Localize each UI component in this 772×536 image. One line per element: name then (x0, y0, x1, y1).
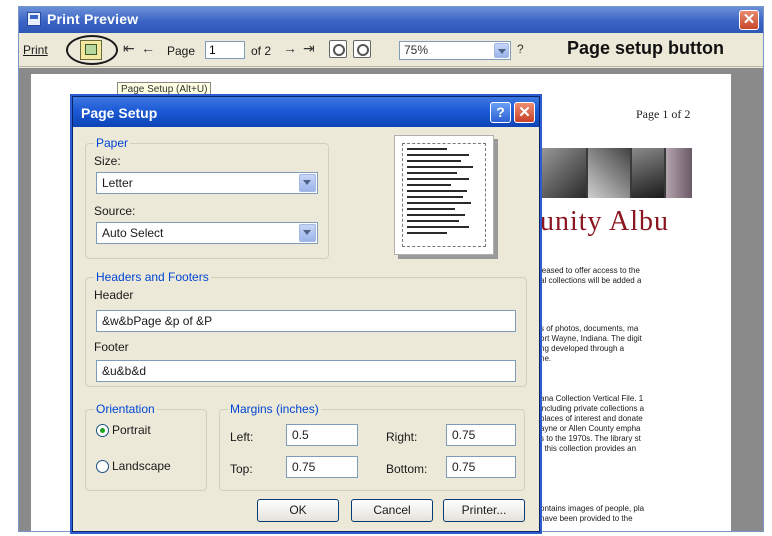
banner-photo (666, 148, 692, 198)
printer-button[interactable]: Printer... (443, 499, 525, 522)
top-margin-label: Top: (230, 462, 253, 476)
portrait-label[interactable]: Portrait (112, 423, 151, 437)
page-setup-button[interactable] (80, 40, 102, 60)
source-value: Auto Select (102, 226, 164, 240)
zoom-select[interactable]: 75% (399, 41, 511, 60)
banner-photo (632, 148, 664, 198)
size-value: Letter (102, 176, 133, 190)
bottom-margin-input[interactable]: 0.75 (446, 456, 516, 478)
header-label: Header (94, 288, 134, 302)
chevron-down-icon (299, 174, 316, 192)
page-label: Page (167, 44, 196, 58)
dialog-titlebar: Page Setup ? ✕ (73, 97, 539, 127)
paragraph-line: ana Collection Vertical File. 1 (540, 394, 644, 403)
paragraph-line: have been provided to the (540, 514, 633, 523)
landscape-label[interactable]: Landscape (112, 459, 171, 473)
right-margin-label: Right: (386, 430, 418, 444)
prev-page-button[interactable]: ← (141, 40, 155, 56)
headers-footers-group: Headers and Footers Header &w&bPage &p o… (85, 270, 527, 387)
page-setup-dialog: Page Setup ? ✕ Paper Size: Letter Source… (72, 96, 540, 532)
page-paragraph: ana Collection Vertical File. 1 includin… (540, 394, 700, 454)
print-button[interactable]: Print (23, 43, 48, 57)
landscape-radio[interactable] (96, 460, 109, 473)
orientation-group: Orientation Portrait Landscape (85, 402, 207, 491)
paper-preview (394, 135, 494, 255)
help-icon[interactable]: ? (517, 42, 524, 56)
top-margin-input[interactable]: 0.75 (286, 456, 358, 478)
paragraph-line: ne. (540, 354, 552, 363)
zoom-out-icon[interactable] (353, 40, 371, 58)
size-select[interactable]: Letter (96, 172, 318, 194)
dialog-title: Page Setup (81, 105, 158, 121)
paragraph-line: including private collections a (540, 404, 645, 413)
headers-footers-legend: Headers and Footers (94, 270, 211, 284)
paragraph-line: s to the 1970s. The library st (540, 434, 641, 443)
chevron-down-icon (299, 224, 316, 242)
margins-legend: Margins (inches) (228, 402, 321, 416)
page-indicator: Page 1 of 2 (636, 107, 691, 121)
size-label: Size: (94, 154, 121, 168)
dialog-close-button[interactable]: ✕ (514, 102, 535, 123)
next-page-button[interactable]: → (283, 40, 297, 56)
page-paragraph: ontains images of people, pla have been … (540, 504, 700, 524)
page-setup-icon (85, 44, 97, 55)
paragraph-line: . this collection provides an (540, 444, 637, 453)
orientation-legend: Orientation (94, 402, 157, 416)
paragraph-line: ontains images of people, pla (540, 504, 645, 513)
first-page-button[interactable]: ⇤ (123, 40, 135, 57)
portrait-radio[interactable] (96, 424, 109, 437)
page-number-input[interactable]: 1 (205, 41, 245, 59)
zoom-value: 75% (404, 43, 429, 57)
annotation-label: Page setup button (567, 38, 724, 58)
footer-label: Footer (94, 340, 129, 354)
paragraph-line: ort Wayne, Indiana. The digit (540, 334, 642, 343)
left-margin-label: Left: (230, 430, 254, 444)
left-margin-input[interactable]: 0.5 (286, 424, 358, 446)
last-page-button[interactable]: ⇥ (303, 40, 315, 57)
print-preview-titlebar: Print Preview ✕ (19, 7, 763, 33)
banner-photo (588, 148, 630, 198)
paragraph-line: ng developed through a (540, 344, 625, 353)
window-title: Print Preview (47, 11, 139, 27)
help-button[interactable]: ? (490, 102, 511, 123)
app-icon (27, 12, 41, 26)
page-count-label: of 2 (251, 44, 272, 58)
photo-banner (540, 148, 692, 198)
banner-photo (540, 148, 586, 198)
paragraph-line: places of interest and donate (540, 414, 643, 423)
zoom-in-icon[interactable] (329, 40, 347, 58)
right-margin-input[interactable]: 0.75 (446, 424, 516, 446)
footer-input[interactable]: &u&b&d (96, 360, 516, 382)
page-setup-tooltip: Page Setup (Alt+U) (117, 82, 212, 97)
paper-group: Paper Size: Letter Source: Auto Select (85, 136, 329, 259)
paragraph-line: ayne or Allen County empha (540, 424, 641, 433)
cancel-button[interactable]: Cancel (351, 499, 433, 522)
paper-legend: Paper (94, 136, 131, 150)
preview-toolbar: Print ⇤ ← Page 1 of 2 → ⇥ 75% ? Page set… (19, 33, 763, 67)
margin-outline (402, 143, 486, 247)
ok-button[interactable]: OK (257, 499, 339, 522)
chevron-down-icon (494, 43, 509, 58)
source-label: Source: (94, 204, 136, 218)
window-close-button[interactable]: ✕ (739, 10, 759, 30)
paragraph-line: leased to offer access to the (540, 266, 640, 275)
page-paragraph: s of photos, documents, ma ort Wayne, In… (540, 324, 700, 364)
bottom-margin-label: Bottom: (386, 462, 428, 476)
paragraph-line: al collections will be added a (540, 276, 642, 285)
margins-group: Margins (inches) Left: 0.5 Right: 0.75 T… (219, 402, 525, 491)
header-input[interactable]: &w&bPage &p of &P (96, 310, 516, 332)
banner-title: unity Albu (540, 206, 670, 237)
source-select[interactable]: Auto Select (96, 222, 318, 244)
paragraph-line: s of photos, documents, ma (540, 324, 639, 333)
page-paragraph: leased to offer access to the al collect… (540, 266, 700, 286)
